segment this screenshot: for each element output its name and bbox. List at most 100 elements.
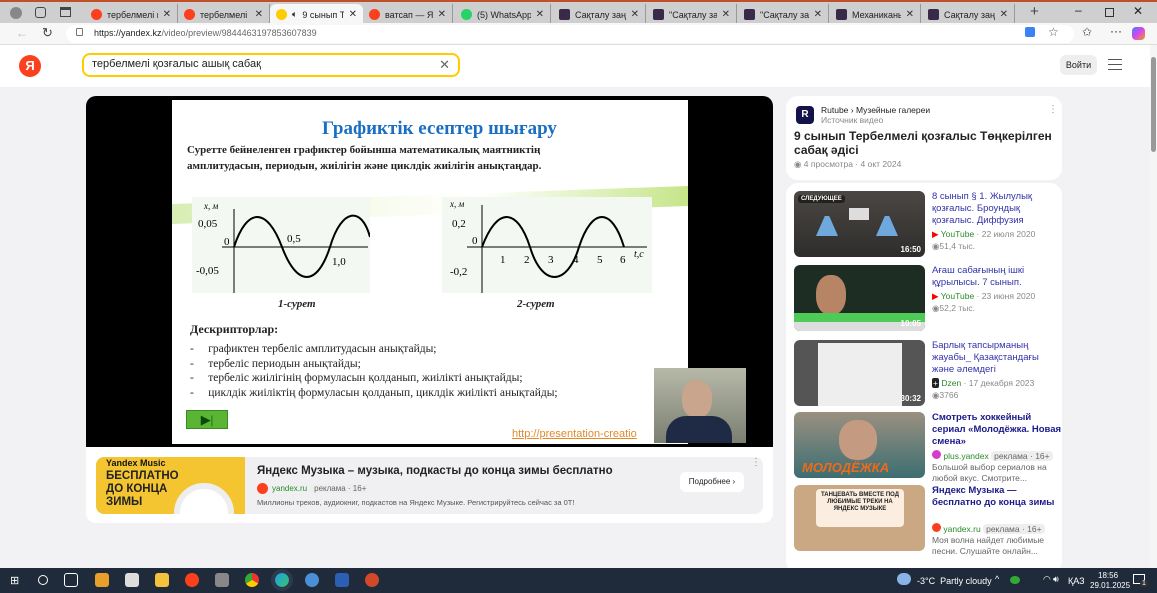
yandex-browser-icon[interactable] (185, 573, 199, 587)
ad-banner[interactable]: Yandex Music БЕСПЛАТНО ДО КОНЦА ЗИМЫ Янд… (96, 457, 763, 514)
favorite-star-icon[interactable]: ☆ (1048, 25, 1059, 39)
browser-tab[interactable]: 🔈︎ 9 сынып Тербелмелі ✕ (270, 4, 363, 25)
tray-chevron-icon[interactable]: ^ (995, 574, 999, 584)
volume-icon[interactable]: 🔊︎ (1053, 574, 1059, 585)
related-title[interactable]: Яндекс Музыка — бесплатно до конца зимы (932, 485, 1062, 509)
thumbnail[interactable]: 30:32 (794, 340, 925, 406)
thumbnail[interactable]: 10:05 (794, 265, 925, 331)
figure-2-tick: 1 (500, 254, 506, 266)
related-views: ◉3766 (932, 390, 959, 400)
close-tab-icon[interactable]: ✕ (906, 9, 914, 20)
minimize-button[interactable]: – (1075, 3, 1082, 17)
url-path: /video/preview/9844463197853607839 (161, 28, 317, 38)
network-icon[interactable]: ◠ (1043, 574, 1051, 585)
clock-date[interactable]: 29.01.2025 (1090, 581, 1130, 590)
related-title[interactable]: Смотреть хоккейный сериал «Молодёжка. Но… (932, 412, 1062, 448)
close-tab-icon[interactable]: ✕ (536, 9, 544, 20)
browser-tab[interactable]: тербелмелі қозғалыс ✕ (85, 4, 178, 25)
browser-tab[interactable]: Механиканың са ✕ (830, 4, 921, 25)
related-desc: Большой выбор сериалов на любой вкус. См… (932, 462, 1047, 483)
search-taskbar-icon[interactable] (38, 575, 48, 585)
duration: 16:50 (900, 245, 921, 254)
video-player[interactable]: Графиктік есептер шығару Суретте бейнеле… (86, 96, 773, 447)
thumbnail[interactable]: СЛЕДУЮЩЕЕ 16:50 (794, 191, 925, 257)
browser-tab[interactable]: Сақталу заңдары ✕ (922, 4, 1015, 25)
chrome-icon[interactable] (245, 573, 259, 587)
close-window-button[interactable]: ✕ (1133, 4, 1143, 18)
video-source-label: Источник видео (821, 115, 884, 125)
back-icon[interactable]: ← (16, 26, 28, 40)
page-scrollbar[interactable] (1150, 45, 1157, 568)
more-icon[interactable]: ··· (1110, 24, 1122, 38)
yandex-logo[interactable]: Я (19, 55, 41, 77)
related-source: ▶ YouTube · 23 июня 2020 (932, 291, 1036, 301)
related-ad-item[interactable]: ТАНЦЕВАТЬ ВМЕСТЕ ПОД ЛЮБИМЫЕ ТРЕКИ НА ЯН… (794, 485, 1056, 556)
yandex-favicon-icon (184, 9, 195, 20)
menu-icon[interactable] (1108, 59, 1122, 70)
app-icon[interactable] (305, 573, 319, 587)
related-source: yandex.ru реклама · 16+ (932, 523, 1045, 534)
browser-tab[interactable]: (5) WhatsApp ✕ (455, 4, 551, 25)
related-title[interactable]: Ағаш сабағының ішкі құрылысы. 7 сынып. (932, 265, 1062, 289)
maximize-button[interactable] (1105, 8, 1114, 17)
profile-icon[interactable] (10, 7, 22, 19)
close-tab-icon[interactable]: ✕ (255, 9, 263, 20)
thumbnail[interactable]: МОЛОДЁЖКА (794, 412, 925, 478)
ad-domain[interactable]: yandex.ru (272, 484, 307, 493)
ad-menu-icon[interactable]: ⋮ (751, 457, 761, 468)
copilot-icon[interactable] (1132, 27, 1145, 40)
browser-tab[interactable]: тербелмелі қозғалыс ✕ (178, 4, 270, 25)
tab-title: 9 сынып Тербелмелі (302, 9, 344, 20)
read-aloud-icon[interactable] (1025, 27, 1035, 37)
related-item[interactable]: 10:05 Ағаш сабағының ішкі құрылысы. 7 сы… (794, 265, 1056, 331)
login-button[interactable]: Войти (1060, 55, 1097, 75)
close-tab-icon[interactable]: ✕ (722, 9, 730, 20)
mail-icon[interactable] (125, 573, 139, 587)
start-icon[interactable]: ⊞ (10, 574, 19, 587)
tab-actions-icon[interactable] (60, 7, 71, 17)
ad-more-button[interactable]: Подробнее › (680, 472, 744, 492)
related-title[interactable]: Барлық тапсырманың жауабы_ Қазақстандағы… (932, 340, 1062, 376)
search-input[interactable]: тербелмелі қозғалыс ашық сабақ ✕ (82, 53, 460, 77)
slide-link: http://presentation-creatio (512, 428, 637, 440)
browser-tab[interactable]: "Сақталу заңдары ✕ (738, 4, 829, 25)
tray-app-icon[interactable] (1010, 576, 1020, 584)
related-ad-item[interactable]: МОЛОДЁЖКА Смотреть хоккейный сериал «Мол… (794, 412, 1061, 483)
word-icon[interactable] (335, 573, 349, 587)
close-tab-icon[interactable]: ✕ (631, 9, 639, 20)
close-tab-icon[interactable]: ✕ (163, 9, 171, 20)
weather-text[interactable]: -3°C Partly cloudy (917, 576, 992, 586)
related-item[interactable]: СЛЕДУЮЩЕЕ 16:50 8 сынып § 1. Жылулық қоз… (794, 191, 1056, 257)
audio-icon[interactable]: 🔈︎ (292, 9, 297, 20)
reload-icon[interactable]: ↻ (42, 25, 53, 41)
language-indicator[interactable]: ҚАЗ (1068, 576, 1085, 586)
browser-tab[interactable]: Сақталу заңдары ✕ (553, 4, 646, 25)
app-icon[interactable] (215, 573, 229, 587)
task-view-icon[interactable] (64, 573, 78, 587)
figure-2-tick: 2 (524, 254, 530, 266)
clear-icon[interactable]: ✕ (439, 57, 450, 73)
workspaces-icon[interactable] (35, 7, 46, 18)
close-tab-icon[interactable]: ✕ (438, 9, 446, 20)
browser-tab[interactable]: ватсап — Яндекс ✕ (363, 4, 453, 25)
info-menu-icon[interactable]: ⋮ (1048, 104, 1058, 115)
related-views: ◉51,4 тыс. (932, 241, 975, 251)
url-field[interactable]: https://yandex.kz/video/preview/98444631… (66, 25, 1074, 43)
browser-tab[interactable]: "Сақталу заңдары ✕ (647, 4, 737, 25)
related-title[interactable]: 8 сынып § 1. Жылулық қозғалыс. Броундық … (932, 191, 1062, 227)
favorites-icon[interactable]: ✩ (1082, 25, 1092, 39)
close-tab-icon[interactable]: ✕ (1000, 9, 1008, 20)
new-tab-button[interactable]: + (1030, 3, 1039, 20)
explorer-icon[interactable] (155, 573, 169, 587)
thumbnail[interactable]: ТАНЦЕВАТЬ ВМЕСТЕ ПОД ЛЮБИМЫЕ ТРЕКИ НА ЯН… (794, 485, 925, 551)
clock-time[interactable]: 18:56 (1098, 571, 1118, 580)
powerpoint-icon[interactable] (365, 573, 379, 587)
close-tab-icon[interactable]: ✕ (814, 9, 822, 20)
ad-title[interactable]: Яндекс Музыка – музыка, подкасты до конц… (257, 465, 613, 477)
close-tab-icon[interactable]: ✕ (349, 9, 357, 20)
related-item[interactable]: 30:32 Барлық тапсырманың жауабы_ Қазақст… (794, 340, 1056, 406)
store-icon[interactable] (95, 573, 109, 587)
eye-icon: ◉ (794, 159, 802, 169)
video-source[interactable]: Rutube › Музейные галереи (821, 105, 930, 115)
edge-icon[interactable] (271, 569, 293, 591)
